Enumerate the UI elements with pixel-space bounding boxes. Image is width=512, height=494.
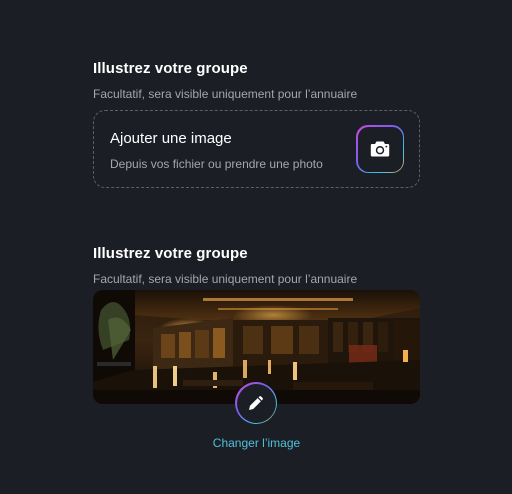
add-image-dropzone[interactable]: Ajouter une image Depuis vos fichier ou … (93, 110, 420, 188)
section-subtitle: Facultatif, sera visible uniquement pour… (93, 87, 358, 101)
image-upload-section-filled: Illustrez votre groupe Facultatif, sera … (93, 245, 420, 450)
change-image-link[interactable]: Changer l’image (93, 436, 420, 450)
camera-button[interactable] (356, 125, 404, 173)
section-subtitle: Facultatif, sera visible uniquement pour… (93, 272, 358, 286)
add-image-subtitle: Depuis vos fichier ou prendre une photo (110, 157, 323, 171)
add-image-title: Ajouter une image (110, 130, 232, 147)
image-upload-section-empty: Illustrez votre groupe Facultatif, sera … (93, 60, 420, 188)
edit-image-button[interactable] (235, 382, 277, 424)
section-title: Illustrez votre groupe (93, 245, 248, 262)
camera-icon (370, 141, 390, 157)
pencil-icon (249, 396, 263, 410)
section-title: Illustrez votre groupe (93, 60, 248, 77)
